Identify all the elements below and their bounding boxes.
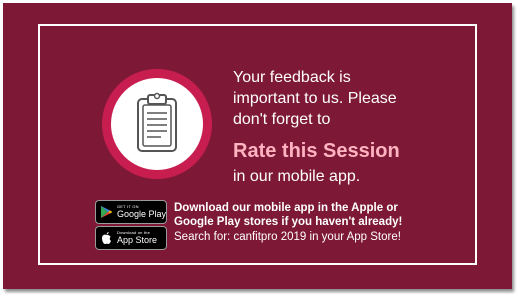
app-store-label: App Store [117,235,158,245]
search-instructions: Search for: canfitpro 2019 in your App S… [174,231,401,243]
feedback-slide: Your feedback is important to us. Please… [3,3,512,289]
feedback-line-1: Your feedback is [233,69,351,86]
feedback-message: Your feedback is important to us. Please… [233,67,473,130]
feedback-line-4: in our mobile app. [233,168,361,185]
rate-session-heading: Rate this Session [233,140,400,162]
clipboard-icon [137,92,177,152]
clipboard-badge-inner [111,78,203,170]
download-line-1: Download our mobile app in the Apple or [174,202,398,214]
google-play-label: Google Play [117,209,167,219]
feedback-line-3: don't forget to [233,111,331,128]
download-instructions: Download our mobile app in the Apple or … [174,201,402,229]
feedback-line-2: important to us. Please [233,90,397,107]
app-store-button[interactable]: Download on the App Store [95,226,167,250]
clipboard-badge [102,69,212,179]
google-play-icon [101,206,113,218]
download-line-2: Google Play stores if you haven't alread… [174,216,403,228]
google-play-button[interactable]: GET IT ON Google Play [95,200,167,224]
apple-icon [102,232,111,244]
